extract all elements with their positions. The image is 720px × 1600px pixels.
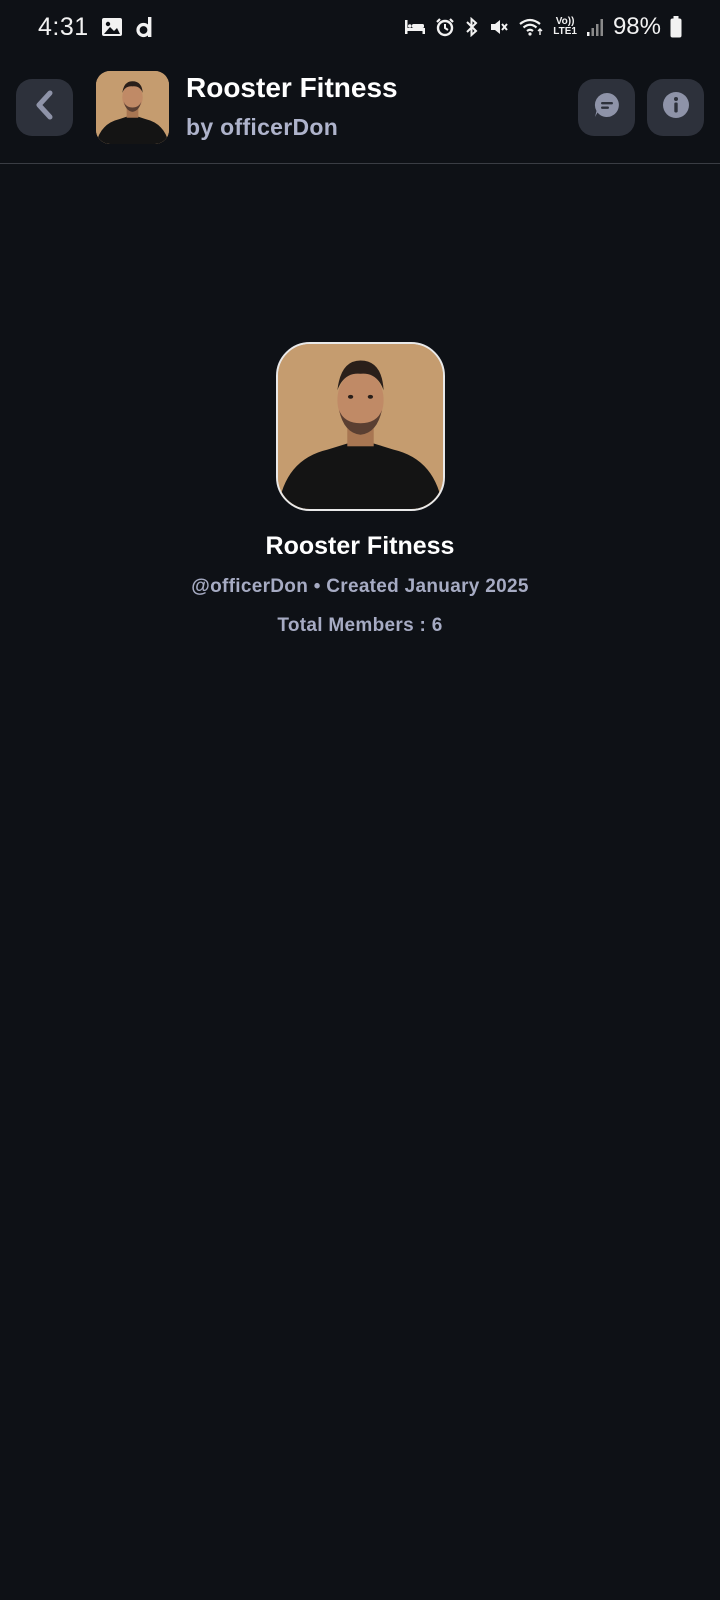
sleep-icon [404, 18, 426, 36]
bluetooth-icon [464, 17, 480, 37]
total-members: Total Members : 6 [277, 615, 443, 636]
alarm-icon [435, 17, 455, 37]
network-label: Vo)) LTE1 [553, 17, 577, 37]
status-time: 4:31 [38, 12, 89, 41]
mute-icon [489, 17, 509, 37]
signal-icon [586, 17, 604, 37]
chevron-left-icon [31, 89, 59, 126]
status-left: 4:31 [38, 13, 155, 42]
status-bar: 4:31 Vo)) LTE1 98% [0, 0, 720, 54]
battery-icon [670, 16, 682, 38]
group-header: Rooster Fitness by officerDon [0, 54, 720, 164]
gallery-icon [101, 17, 123, 37]
chat-button[interactable] [578, 79, 635, 136]
network-label-bottom: LTE1 [553, 26, 577, 37]
group-meta: @officerDon • Created January 2025 [191, 576, 529, 597]
header-subtitle: by officerDon [186, 114, 339, 140]
status-right: Vo)) LTE1 98% [404, 13, 682, 41]
battery-percentage: 98% [612, 13, 661, 40]
info-button[interactable] [647, 79, 704, 136]
d-app-icon [135, 16, 155, 38]
group-avatar[interactable] [276, 342, 445, 511]
header-avatar[interactable] [96, 71, 169, 144]
chat-bubble-icon [592, 90, 622, 125]
group-profile-screen: 4:31 Vo)) LTE1 98% Rooster Fitness by of… [0, 0, 720, 1600]
header-title: Rooster Fitness [186, 72, 398, 103]
info-icon [661, 90, 691, 125]
wifi-icon [518, 17, 544, 37]
back-button[interactable] [16, 79, 73, 136]
group-name: Rooster Fitness [265, 532, 455, 560]
